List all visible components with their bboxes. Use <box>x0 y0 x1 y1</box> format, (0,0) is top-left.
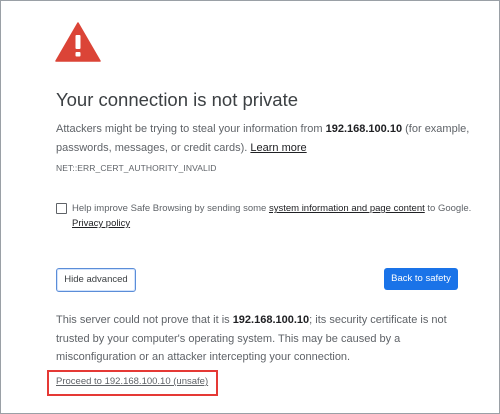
learn-more-link[interactable]: Learn more <box>250 142 306 154</box>
interstitial-page: Your connection is not private Attackers… <box>0 0 500 414</box>
safe-browsing-checkbox[interactable] <box>56 203 67 214</box>
detail-text-before: This server could not prove that it is <box>56 314 233 326</box>
warning-triangle-icon <box>55 22 101 62</box>
system-info-link[interactable]: system information and page content <box>269 203 425 214</box>
highlight-annotation <box>47 370 218 396</box>
advanced-details: This server could not prove that it is 1… <box>56 311 476 367</box>
sb-text-after: to Google. <box>424 203 472 214</box>
error-code: NET::ERR_CERT_AUTHORITY_INVALID <box>56 163 217 173</box>
hide-advanced-button[interactable]: Hide advanced <box>56 268 136 292</box>
warning-description: Attackers might be trying to steal your … <box>56 120 476 158</box>
privacy-policy-link[interactable]: Privacy policy <box>72 218 130 229</box>
back-to-safety-button[interactable]: Back to safety <box>384 268 458 290</box>
sb-text-before: Help improve Safe Browsing by sending so… <box>72 203 269 214</box>
safe-browsing-text: Help improve Safe Browsing by sending so… <box>72 201 472 231</box>
desc-host: 192.168.100.10 <box>325 123 403 135</box>
page-title: Your connection is not private <box>56 89 299 110</box>
desc-text-before: Attackers might be trying to steal your … <box>56 123 326 135</box>
detail-host: 192.168.100.10 <box>232 314 310 326</box>
